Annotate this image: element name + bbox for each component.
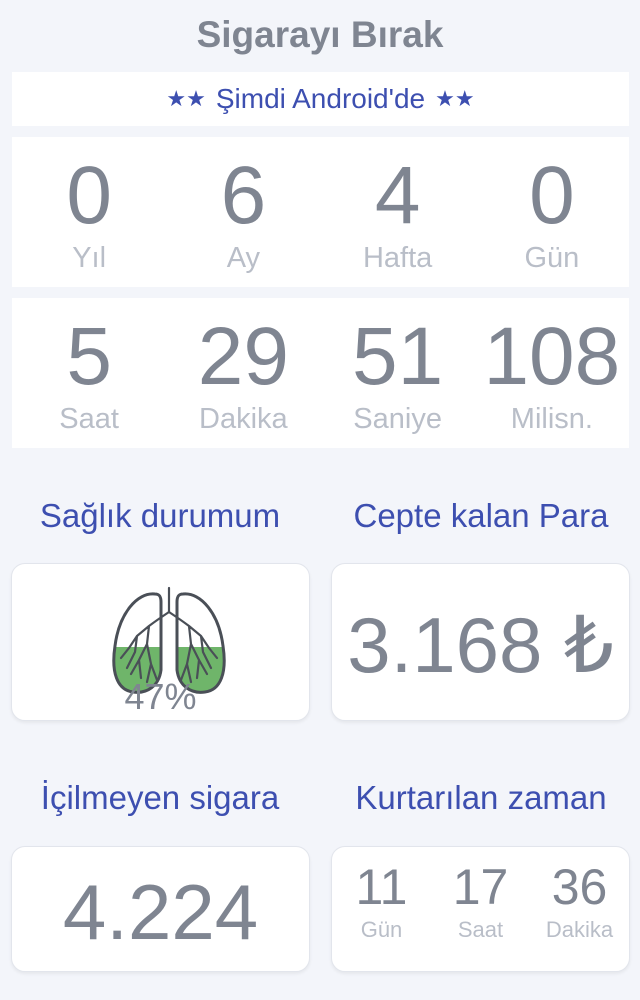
money-saved-value: 3.168 ₺ [347, 601, 614, 689]
counter-days: 0 Gün [475, 137, 629, 287]
counter-value: 5 [66, 311, 112, 402]
quit-duration-counter-bottom: 5 Saat 29 Dakika 51 Saniye 108 Milisn. [12, 298, 629, 448]
time-saved-hours: 17 Saat [436, 861, 526, 943]
counter-unit: Saat [59, 403, 119, 435]
time-saved-unit: Gün [360, 917, 403, 942]
time-saved-unit: Dakika [545, 917, 614, 942]
counter-value: 108 [483, 311, 621, 402]
counter-value: 0 [66, 150, 112, 241]
health-section-label: Sağlık durumum [39, 497, 281, 534]
time-saved-value: 11 [355, 859, 408, 915]
money-section-label: Cepte kalan Para [353, 497, 609, 534]
star-icon: ★★ [166, 86, 206, 111]
banner-text: Şimdi Android'de [215, 83, 426, 114]
counter-unit: Hafta [362, 242, 433, 274]
counter-unit: Gün [524, 242, 580, 274]
health-card[interactable]: 47% [11, 563, 310, 721]
counter-unit: Dakika [199, 403, 288, 435]
time-saved-minutes: 36 Dakika [535, 861, 625, 943]
counter-years: 0 Yıl [12, 137, 166, 287]
time-saved-value: 36 [551, 859, 608, 915]
time-saved-value: 17 [452, 859, 509, 915]
counter-milliseconds: 108 Milisn. [475, 298, 629, 448]
counter-minutes: 29 Dakika [166, 298, 320, 448]
counter-value: 29 [197, 311, 289, 402]
counter-unit: Saniye [353, 403, 442, 435]
counter-seconds: 51 Saniye [321, 298, 475, 448]
health-percent: 47% [124, 676, 197, 717]
app-title: Sigarayı Bırak [196, 14, 444, 55]
counter-unit: Milisn. [510, 403, 593, 435]
time-saved-counter: 11 Gün 17 Saat 36 Dakika [332, 861, 629, 943]
counter-value: 0 [529, 150, 575, 241]
counter-weeks: 4 Hafta [321, 137, 475, 287]
counter-value: 51 [352, 311, 444, 402]
app-screen: Sigarayı Bırak ★★ Şimdi Android'de ★★ 0 … [0, 0, 640, 1000]
star-icon: ★★ [435, 86, 475, 111]
counter-value: 6 [220, 150, 267, 241]
money-card[interactable]: 3.168 ₺ [331, 563, 630, 721]
cigarettes-section-label: İçilmeyen sigara [40, 779, 280, 816]
counter-months: 6 Ay [166, 137, 320, 287]
cigarettes-not-smoked-value: 4.224 [62, 868, 259, 956]
counter-hours: 5 Saat [12, 298, 166, 448]
cigarettes-card[interactable]: 4.224 [11, 846, 310, 972]
time-saved-section-label: Kurtarılan zaman [355, 779, 607, 816]
counter-unit: Yıl [72, 242, 107, 274]
android-promo-banner[interactable]: ★★ Şimdi Android'de ★★ [12, 72, 629, 126]
time-saved-days: 11 Gün [337, 861, 427, 943]
counter-unit: Ay [226, 242, 261, 274]
quit-duration-counter-top: 0 Yıl 6 Ay 4 Hafta 0 Gün [12, 137, 629, 287]
counter-value: 4 [374, 150, 421, 241]
time-saved-unit: Saat [457, 917, 504, 942]
time-saved-card[interactable]: 11 Gün 17 Saat 36 Dakika [331, 846, 630, 972]
